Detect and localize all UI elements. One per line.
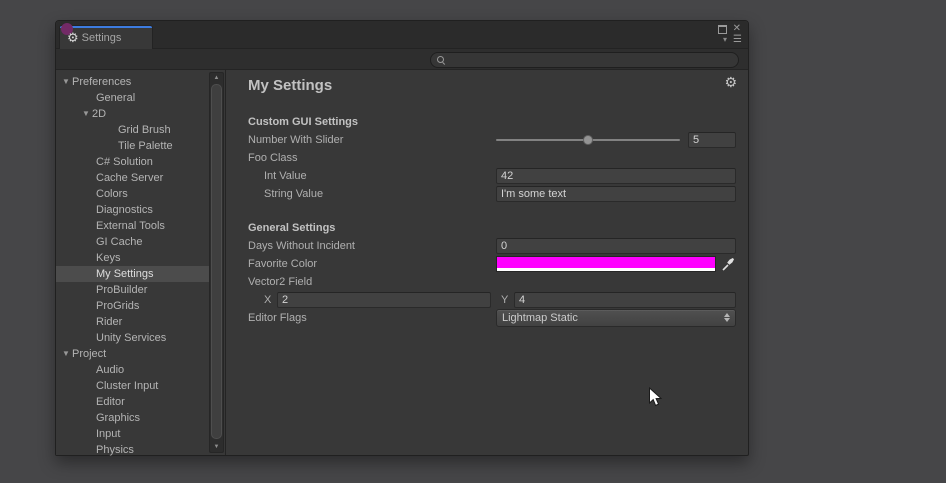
x-axis-label: X	[264, 294, 277, 306]
sidebar-item-progrids[interactable]: ProGrids	[56, 298, 211, 314]
dropdown-arrows-icon	[723, 313, 730, 323]
row-string-value: String Value	[248, 185, 736, 203]
sidebar-item-diagnostics[interactable]: Diagnostics	[56, 202, 211, 218]
row-vector2-xy: X Y	[248, 291, 736, 309]
row-number-with-slider: Number With Slider	[248, 131, 736, 149]
editor-flags-dropdown[interactable]: Lightmap Static	[496, 309, 736, 327]
number-slider[interactable]	[496, 133, 680, 147]
sidebar-item-csharp-solution[interactable]: C# Solution	[56, 154, 211, 170]
collapse-triangle-icon[interactable]: ▼	[80, 110, 92, 118]
sidebar-item-input[interactable]: Input	[56, 426, 211, 442]
color-alpha-bar	[497, 268, 715, 271]
panel-gear-icon[interactable]: ⚙	[724, 74, 737, 91]
sidebar-item-grid-brush[interactable]: Grid Brush	[56, 122, 211, 138]
close-icon[interactable]: ✕	[733, 24, 741, 34]
sidebar-item-general[interactable]: General	[56, 90, 211, 106]
collapse-triangle-icon[interactable]: ▼	[60, 78, 72, 86]
title-bar: ⚙ Settings ✕ ▾ ☰	[56, 21, 748, 49]
field-label: String Value	[248, 188, 496, 200]
settings-window: ⚙ Settings ✕ ▾ ☰ ▼Preferences General	[55, 20, 749, 456]
sidebar-scrollbar[interactable]: ▲ ▼	[209, 72, 224, 453]
page-title: My Settings	[248, 77, 736, 94]
vector2-x-input[interactable]	[277, 292, 491, 308]
sidebar-item-tile-palette[interactable]: Tile Palette	[56, 138, 211, 154]
sidebar-item-probuilder[interactable]: ProBuilder	[56, 282, 211, 298]
sidebar-item-external-tools[interactable]: External Tools	[56, 218, 211, 234]
slider-thumb[interactable]	[583, 135, 593, 145]
sidebar-item-editor[interactable]: Editor	[56, 394, 211, 410]
window-controls: ✕ ▾ ☰	[718, 24, 741, 45]
tab-label: Settings	[82, 32, 122, 44]
sidebar-item-preferences[interactable]: ▼Preferences	[56, 74, 211, 90]
window-menu-icon[interactable]: ☰	[733, 35, 741, 45]
active-tab-accent	[60, 26, 152, 28]
row-vector2-field: Vector2 Field	[248, 273, 736, 291]
toolbar	[56, 49, 748, 70]
int-value-input[interactable]	[496, 168, 736, 184]
maximize-icon[interactable]	[718, 25, 727, 34]
color-swatch-fill	[497, 257, 715, 268]
color-swatch[interactable]	[496, 256, 716, 272]
search-box[interactable]	[430, 52, 739, 68]
tab-gear-icon: ⚙	[67, 31, 79, 44]
sidebar-item-physics[interactable]: Physics	[56, 442, 211, 458]
settings-tree: ▼Preferences General ▼2D Grid Brush Tile…	[56, 74, 211, 458]
scroll-down-icon[interactable]: ▼	[210, 443, 223, 451]
vector2-y-input[interactable]	[514, 292, 736, 308]
slider-value-input[interactable]	[688, 132, 736, 148]
dropdown-selected-value: Lightmap Static	[497, 312, 578, 324]
sidebar-item-unity-services[interactable]: Unity Services	[56, 330, 211, 346]
row-foo-class: Foo Class	[248, 149, 736, 167]
section-general-settings: General Settings	[248, 219, 736, 237]
collapse-triangle-icon[interactable]: ▼	[60, 350, 72, 358]
settings-panel: My Settings ⚙ Custom GUI Settings Number…	[226, 70, 748, 455]
sidebar-item-2d[interactable]: ▼2D	[56, 106, 211, 122]
scrollbar-thumb[interactable]	[211, 84, 222, 439]
settings-tree-sidebar: ▼Preferences General ▼2D Grid Brush Tile…	[56, 70, 226, 455]
row-int-value: Int Value	[248, 167, 736, 185]
sidebar-item-graphics[interactable]: Graphics	[56, 410, 211, 426]
field-label: Vector2 Field	[248, 276, 496, 288]
field-label: Favorite Color	[248, 258, 496, 270]
field-label: Days Without Incident	[248, 240, 496, 252]
sidebar-item-keys[interactable]: Keys	[56, 250, 211, 266]
eyedropper-icon[interactable]	[720, 257, 736, 271]
sidebar-item-project[interactable]: ▼Project	[56, 346, 211, 362]
string-value-input[interactable]	[496, 186, 736, 202]
sidebar-item-my-settings[interactable]: My Settings	[56, 266, 211, 282]
sidebar-item-gi-cache[interactable]: GI Cache	[56, 234, 211, 250]
row-editor-flags: Editor Flags Lightmap Static	[248, 309, 736, 327]
field-label: Int Value	[248, 170, 496, 182]
days-without-incident-input[interactable]	[496, 238, 736, 254]
field-label: Editor Flags	[248, 312, 496, 324]
search-input[interactable]	[445, 54, 738, 66]
sidebar-item-colors[interactable]: Colors	[56, 186, 211, 202]
section-custom-gui-settings: Custom GUI Settings	[248, 113, 736, 131]
y-axis-label: Y	[501, 294, 514, 306]
row-favorite-color: Favorite Color	[248, 255, 736, 273]
sidebar-item-rider[interactable]: Rider	[56, 314, 211, 330]
row-days-without-incident: Days Without Incident	[248, 237, 736, 255]
window-menu-caret-icon[interactable]: ▾	[723, 36, 727, 44]
scroll-up-icon[interactable]: ▲	[210, 74, 223, 82]
tab-settings[interactable]: ⚙ Settings	[59, 25, 153, 49]
sidebar-item-cluster-input[interactable]: Cluster Input	[56, 378, 211, 394]
field-label: Number With Slider	[248, 134, 496, 146]
sidebar-item-audio[interactable]: Audio	[56, 362, 211, 378]
sidebar-item-cache-server[interactable]: Cache Server	[56, 170, 211, 186]
search-icon	[437, 56, 445, 64]
field-label: Foo Class	[248, 152, 496, 164]
